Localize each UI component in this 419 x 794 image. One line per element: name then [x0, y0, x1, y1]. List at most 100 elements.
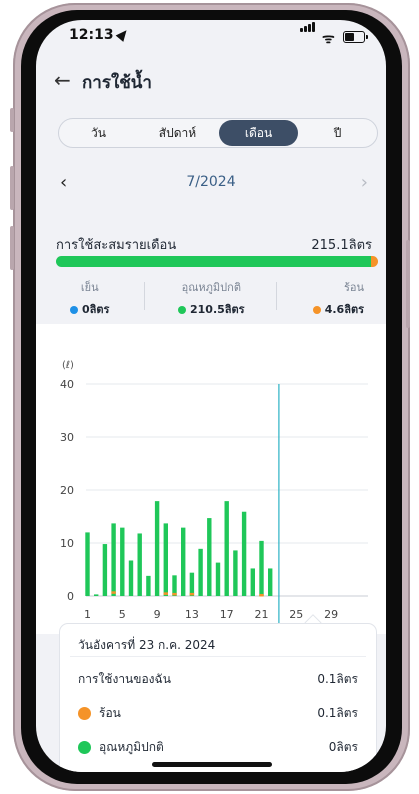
bar-normal	[241, 511, 247, 596]
y-tick-label: 30	[60, 431, 74, 444]
x-tick-label: 1	[84, 608, 91, 621]
legend-hot-amount: 4.6ลิตร	[324, 303, 364, 316]
bar-normal	[120, 527, 125, 596]
bar-normal	[137, 533, 142, 596]
volume-up-button	[10, 166, 14, 210]
x-tick-label: 17	[220, 608, 234, 621]
tab-day[interactable]: วัน	[59, 119, 138, 147]
tab-year[interactable]: ปี	[298, 119, 377, 147]
screen: 12:13 ᯤ ← การใช้น้ำ วัน สัปดาห์ เดือน ปี…	[36, 20, 386, 772]
normal-dot-icon	[178, 306, 186, 314]
bar-normal	[181, 527, 186, 596]
detail-my-usage-value: 0.1ลิตร	[317, 672, 358, 686]
page-header: ← การใช้น้ำ	[36, 64, 386, 100]
legend-divider	[276, 282, 277, 310]
bar-normal	[198, 548, 203, 596]
bar-normal	[259, 540, 264, 596]
detail-hot-label: ร้อน	[99, 706, 121, 720]
chart-svg: (ℓ) 0 10 20 30 40 1 5 9 13 17 21 25 29	[60, 360, 368, 624]
legend-cold-value: 0ลิตร	[70, 300, 109, 318]
usage-progress-bar	[56, 256, 378, 267]
bar-normal	[189, 572, 195, 596]
detail-my-usage-row: การใช้งานของฉัน 0.1ลิตร	[78, 670, 358, 689]
bar-hot	[111, 591, 116, 594]
usage-progress-hot	[371, 256, 378, 267]
y-tick-label: 0	[67, 590, 74, 603]
battery-icon	[343, 31, 368, 43]
bar-normal	[146, 575, 151, 596]
legend-cold-title: เย็น	[80, 281, 99, 294]
detail-my-usage-label: การใช้งานของฉัน	[78, 672, 171, 686]
y-tick-label: 20	[60, 484, 74, 497]
status-bar: 12:13 ᯤ	[36, 20, 386, 54]
bar-normal	[215, 562, 221, 596]
page-title: การใช้น้ำ	[82, 73, 152, 93]
bar-hot	[259, 593, 264, 597]
y-tick-label: 40	[60, 378, 74, 391]
bar-normal	[250, 568, 255, 596]
bar-normal	[268, 568, 273, 596]
x-tick-label: 29	[324, 608, 338, 621]
chevron-right-icon[interactable]: ›	[361, 172, 368, 193]
period-tabs: วัน สัปดาห์ เดือน ปี	[58, 118, 378, 148]
day-detail-card: วันอังคารที่ 23 ก.ค. 2024 การใช้งานของฉั…	[60, 624, 376, 772]
tab-week[interactable]: สัปดาห์	[138, 119, 217, 147]
y-unit-label: (ℓ)	[62, 360, 74, 371]
bar-hot	[189, 592, 195, 596]
bar-normal	[102, 544, 108, 596]
bar-normal	[172, 575, 177, 596]
legend-normal: อุณหภูมิปกติ 210.5ลิตร	[178, 278, 245, 316]
legend-hot-value: 4.6ลิตร	[308, 300, 364, 318]
bar-normal	[233, 550, 238, 596]
detail-normal-label: อุณหภูมิปกติ	[99, 740, 164, 754]
status-time: 12:13	[69, 27, 114, 43]
legend-hot-title: ร้อน	[343, 281, 364, 294]
hot-dot-icon	[312, 306, 321, 314]
legend-cold: เย็น 0ลิตร	[70, 278, 109, 316]
x-tick-label: 9	[154, 608, 161, 621]
daily-usage-chart[interactable]: (ℓ) 0 10 20 30 40 1 5 9 13 17 21 25 29	[36, 324, 386, 634]
bar-normal	[128, 560, 134, 596]
bar-normal	[85, 532, 90, 596]
divider	[70, 656, 366, 657]
cumulative-total: 215.1ลิตร	[311, 238, 372, 253]
arrow-left-icon[interactable]: ←	[54, 68, 71, 92]
legend-normal-value: 210.5ลิตร	[178, 300, 245, 318]
legend-hot: ร้อน 4.6ลิตร	[308, 278, 364, 316]
bar-normal	[207, 518, 212, 596]
bar-normal	[224, 501, 229, 596]
cold-dot-icon	[70, 306, 78, 314]
bar-normal	[163, 523, 168, 596]
cumulative-label: การใช้สะสมรายเดือน	[56, 238, 177, 253]
y-tick-label: 10	[60, 537, 74, 550]
power-button	[406, 240, 410, 328]
period-navigator: ‹ 7/2024 ›	[36, 170, 386, 198]
legend-cold-amount: 0ลิตร	[82, 303, 110, 316]
bar-normal	[154, 501, 160, 596]
bar-normal	[94, 594, 99, 596]
x-tick-label: 21	[255, 608, 269, 621]
legend-normal-title: อุณหภูมิปกติ	[181, 281, 241, 294]
detail-date: วันอังคารที่ 23 ก.ค. 2024	[78, 638, 216, 652]
legend-divider	[144, 282, 145, 310]
wifi-icon: ᯤ	[322, 31, 335, 47]
detail-hot-row: ร้อน 0.1ลิตร	[78, 704, 358, 723]
location-icon	[115, 27, 131, 42]
normal-dot-icon	[78, 741, 91, 754]
detail-hot-value: 0.1ลิตร	[317, 706, 358, 720]
tab-month[interactable]: เดือน	[219, 120, 298, 146]
x-tick-label: 13	[185, 608, 199, 621]
hot-dot-icon	[78, 707, 91, 720]
bar-normal	[111, 523, 116, 596]
detail-normal-row: อุณหภูมิปกติ 0ลิตร	[78, 738, 358, 757]
x-tick-label: 25	[289, 608, 303, 621]
usage-progress-normal	[56, 256, 371, 267]
volume-down-button	[10, 226, 14, 270]
detail-normal-value: 0ลิตร	[328, 740, 358, 754]
period-label: 7/2024	[186, 174, 236, 190]
bar-hot	[163, 592, 168, 595]
bar-hot	[172, 592, 177, 596]
home-indicator	[152, 762, 272, 767]
usage-legend: เย็น 0ลิตร อุณหภูมิปกติ 210.5ลิตร ร้อน 4…	[36, 278, 386, 316]
x-tick-label: 5	[119, 608, 126, 621]
